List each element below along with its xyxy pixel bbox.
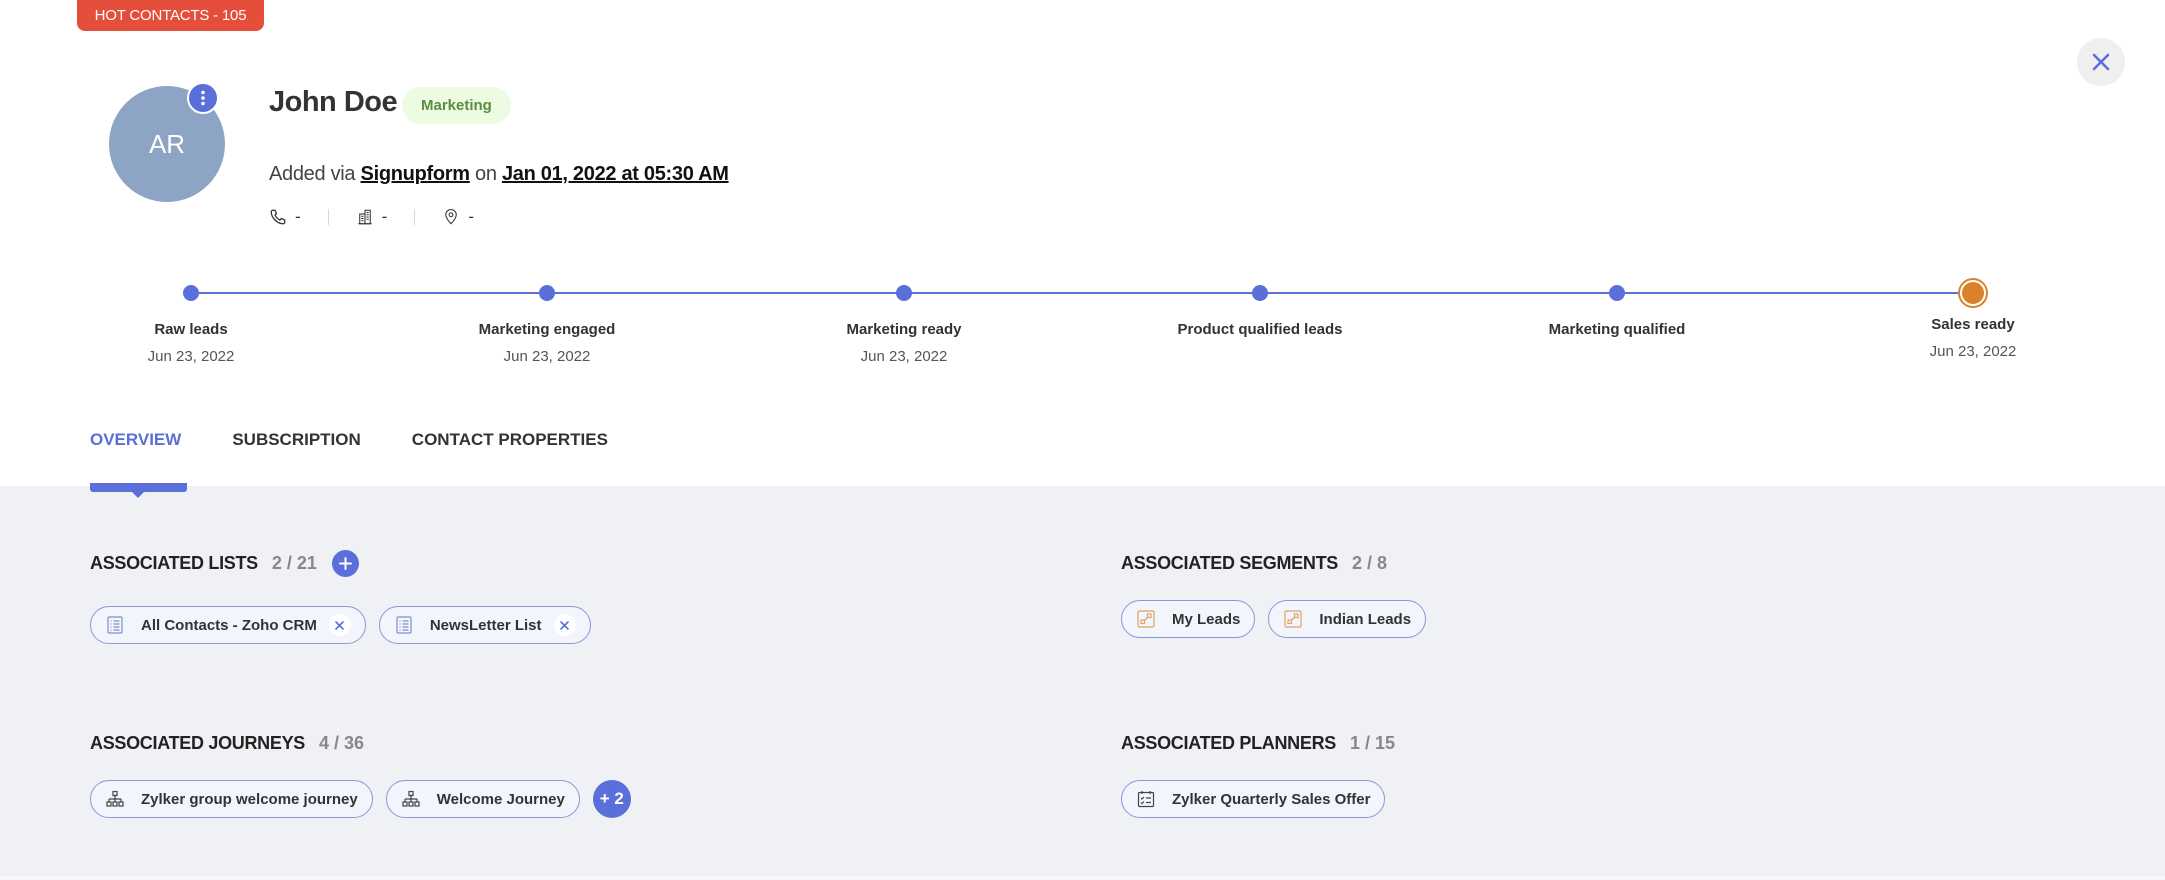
stage-label: Marketing engaged: [478, 321, 616, 338]
associated-segments-section: ASSOCIATED SEGMENTS 2 / 8 My Leads India…: [1121, 548, 1427, 638]
contact-name: John Doe: [269, 86, 398, 118]
location-field: -: [442, 207, 474, 227]
more-journeys-button[interactable]: + 2: [592, 780, 631, 818]
planner-icon: [1136, 789, 1156, 809]
stage-marketing-ready[interactable]: Marketing ready Jun 23, 2022: [774, 280, 1034, 365]
stage-label: Marketing ready: [846, 321, 962, 338]
segment-icon: [1136, 609, 1156, 629]
contact-meta: - - -: [269, 205, 474, 229]
chip-label: NewsLetter List: [429, 616, 542, 634]
segment-chip[interactable]: Indian Leads: [1268, 600, 1427, 638]
list-icon: [105, 615, 125, 635]
stage-dot: [183, 285, 199, 301]
journey-chip[interactable]: Welcome Journey: [385, 780, 580, 818]
journey-chip[interactable]: Zylker group welcome journey: [90, 780, 373, 818]
section-count: 4 / 36: [319, 732, 365, 753]
stage-label: Sales ready: [1931, 316, 2015, 333]
section-count: 1 / 15: [1350, 732, 1396, 753]
stage-date: Jun 23, 2022: [1929, 343, 2017, 360]
location-value: -: [468, 207, 475, 226]
list-chip[interactable]: All Contacts - Zoho CRM: [90, 606, 366, 644]
plus-icon: [338, 556, 352, 570]
stage-label: Product qualified leads: [1177, 321, 1343, 338]
stage-dot: [539, 285, 555, 301]
stage-marketing-qualified[interactable]: Marketing qualified: [1487, 280, 1747, 348]
phone-field: -: [269, 207, 301, 227]
added-date-link[interactable]: Jan 01, 2022 at 05:30 AM: [502, 163, 729, 185]
stage-marketing-engaged[interactable]: Marketing engaged Jun 23, 2022: [417, 280, 677, 365]
added-mid: on: [475, 163, 497, 185]
section-title: ASSOCIATED LISTS: [90, 552, 258, 573]
chip-label: Zylker group welcome journey: [141, 790, 358, 808]
more-vertical-icon: [201, 90, 205, 106]
stage-date: Jun 23, 2022: [860, 348, 948, 365]
list-chips: All Contacts - Zoho CRM NewsLetter List: [90, 606, 591, 644]
planner-chip[interactable]: Zylker Quarterly Sales Offer: [1121, 780, 1386, 818]
avatar-initials: AR: [148, 128, 186, 159]
chip-label: Zylker Quarterly Sales Offer: [1172, 790, 1371, 808]
stage-dot-current: [1960, 280, 1986, 306]
chip-label: My Leads: [1172, 610, 1241, 628]
divider: [327, 209, 329, 225]
stage-dot: [1609, 285, 1625, 301]
phone-icon: [270, 209, 286, 225]
divider: [414, 209, 416, 225]
segment-chips: My Leads Indian Leads: [1121, 600, 1427, 638]
contact-tag: Marketing: [402, 87, 511, 124]
remove-list-button[interactable]: [328, 614, 351, 636]
stage-product-qualified-leads[interactable]: Product qualified leads: [1130, 280, 1390, 348]
hot-contacts-badge: HOT CONTACTS - 105: [77, 0, 264, 31]
remove-list-button[interactable]: [553, 614, 576, 636]
section-title: ASSOCIATED PLANNERS: [1121, 732, 1336, 753]
chip-label: Indian Leads: [1319, 610, 1412, 628]
stage-date: Jun 23, 2022: [147, 348, 235, 365]
associated-journeys-section: ASSOCIATED JOURNEYS 4 / 36 Zylker group …: [90, 728, 631, 818]
panel-bottom-edge: [0, 876, 2165, 880]
journey-icon: [401, 789, 421, 809]
company-value: -: [381, 207, 388, 226]
journey-chips: Zylker group welcome journey Welcome Jou…: [90, 780, 631, 818]
stage-date: Jun 23, 2022: [503, 348, 591, 365]
close-icon: [2092, 53, 2110, 71]
location-pin-icon: [445, 209, 458, 225]
building-icon: [357, 209, 372, 225]
tab-contact-properties[interactable]: CONTACT PROPERTIES: [412, 430, 608, 470]
stage-dot: [1252, 285, 1268, 301]
stage-dot: [896, 285, 912, 301]
lifecycle-timeline: Raw leads Jun 23, 2022 Marketing engaged…: [0, 280, 2165, 370]
tab-bar: OVERVIEW SUBSCRIPTION CONTACT PROPERTIES: [90, 430, 608, 470]
added-info: Added via Signupform on Jan 01, 2022 at …: [269, 163, 729, 186]
associated-planners-section: ASSOCIATED PLANNERS 1 / 15 Zylker Quarte…: [1121, 728, 1395, 818]
list-icon: [394, 615, 414, 635]
section-title: ASSOCIATED JOURNEYS: [90, 732, 306, 753]
close-button[interactable]: [2077, 38, 2125, 86]
close-icon: [335, 620, 345, 630]
source-link[interactable]: Signupform: [361, 163, 471, 185]
close-icon: [560, 620, 569, 630]
tab-subscription[interactable]: SUBSCRIPTION: [232, 430, 360, 470]
stage-label: Marketing qualified: [1548, 321, 1686, 338]
section-count: 2 / 8: [1352, 552, 1388, 573]
section-count: 2 / 21: [271, 552, 317, 573]
stage-raw-leads[interactable]: Raw leads Jun 23, 2022: [61, 280, 321, 365]
stage-label: Raw leads: [154, 321, 228, 338]
company-field: -: [356, 207, 388, 227]
stage-sales-ready[interactable]: Sales ready Jun 23, 2022: [1843, 280, 2103, 360]
chip-label: Welcome Journey: [436, 790, 565, 808]
planner-chips: Zylker Quarterly Sales Offer: [1121, 780, 1395, 818]
phone-value: -: [295, 207, 301, 226]
list-chip[interactable]: NewsLetter List: [378, 606, 591, 644]
add-list-button[interactable]: [331, 549, 359, 577]
active-tab-caret: [131, 491, 145, 498]
avatar-menu-button[interactable]: [187, 82, 219, 114]
tab-overview[interactable]: OVERVIEW: [90, 430, 181, 470]
associated-lists-section: ASSOCIATED LISTS 2 / 21 All Contacts - Z…: [90, 548, 591, 644]
section-title: ASSOCIATED SEGMENTS: [1121, 552, 1338, 573]
segment-icon: [1283, 609, 1303, 629]
added-prefix: Added via: [269, 163, 356, 185]
journey-icon: [105, 789, 125, 809]
segment-chip[interactable]: My Leads: [1121, 600, 1256, 638]
chip-label: All Contacts - Zoho CRM: [141, 616, 317, 634]
